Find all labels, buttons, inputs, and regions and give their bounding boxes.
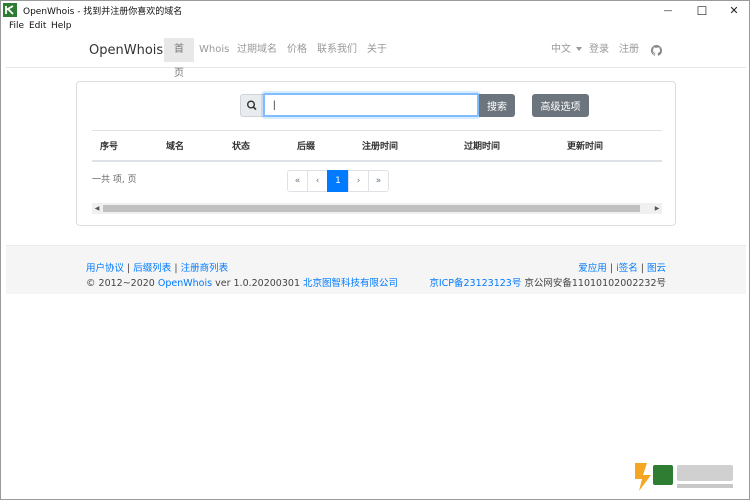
caret-down-icon [576,47,583,51]
nav-expired-domains[interactable]: 过期域名 [237,38,277,62]
footer-link-suffixes[interactable]: 后缀列表 [133,263,171,274]
footer-link-app[interactable]: 爱应用 [578,263,607,274]
page-first-button[interactable]: « [287,170,308,192]
menu-file[interactable]: File [9,21,24,31]
nav-whois[interactable]: Whois [199,38,229,62]
scrollbar-thumb[interactable] [103,205,640,212]
title-bar: OpenWhois - 找到并注册你喜欢的域名 — ☐ ✕ [1,1,749,20]
footer-link-registrars[interactable]: 注册商列表 [181,263,229,274]
minimize-button[interactable]: — [651,1,685,20]
page-last-button[interactable]: » [368,170,389,192]
column-header: 域名 [166,142,185,152]
app-icon [3,3,17,17]
search-icon [246,100,257,111]
column-header: 后缀 [297,142,316,152]
footer-copyright: © 2012~2020 OpenWhois ver 1.0.20200301 北… [86,275,398,289]
maximize-button[interactable]: ☐ [685,1,719,20]
search-card: 搜索 高级选项 序号 域名 状态 后缀 注册时间 过期时间 更新时间 一共 项,… [76,81,676,226]
column-header: 过期时间 [464,142,501,152]
copyright-text: © 2012~2020 [86,278,155,289]
maximize-icon: ☐ [696,3,708,18]
column-header: 状态 [232,142,251,152]
scroll-left-icon[interactable]: ◀ [92,203,102,214]
brand-logo[interactable]: OpenWhois [89,43,163,58]
nav-login[interactable]: 登录 [589,38,609,62]
watermark-logo [635,463,733,491]
pagination: « ‹ 1 › » [287,170,389,193]
footer-links-left: 用户协议 | 后缀列表 | 注册商列表 [86,260,228,274]
language-dropdown[interactable]: 中文 [551,38,583,62]
column-header: 注册时间 [362,142,399,152]
nav-pricing[interactable]: 价格 [287,38,307,62]
search-icon-addon[interactable] [240,94,264,117]
nav-register[interactable]: 注册 [619,38,639,62]
footer-company-link[interactable]: 北京图智科技有限公司 [303,278,398,289]
github-icon[interactable] [651,45,662,56]
horizontal-scrollbar[interactable]: ◀ ▶ [92,203,662,214]
menu-bar: File Edit Help [1,20,749,34]
language-label: 中文 [551,44,571,55]
footer-product-link[interactable]: OpenWhois [158,278,212,289]
navbar: OpenWhois 首页 Whois 过期域名 价格 联系我们 关于 中文 登录… [6,34,746,79]
scroll-right-icon[interactable]: ▶ [652,203,662,214]
separator: | [127,263,131,274]
separator: | [609,263,614,274]
police-record-text: 京公网安备11010102002232号 [524,278,666,289]
nav-about[interactable]: 关于 [367,38,387,62]
column-header: 序号 [100,142,119,152]
minimize-icon: — [663,5,673,16]
version-text: ver 1.0.20200301 [215,278,300,289]
app-window: OpenWhois - 找到并注册你喜欢的域名 — ☐ ✕ File Edit … [0,0,750,500]
domain-search-input[interactable] [263,93,479,117]
close-button[interactable]: ✕ [717,1,749,20]
window-title: OpenWhois - 找到并注册你喜欢的域名 [23,7,183,17]
page-current-button[interactable]: 1 [327,170,349,192]
nav-home[interactable]: 首页 [164,38,194,79]
menu-edit[interactable]: Edit [29,21,46,31]
separator: | [640,263,644,274]
page-next-button[interactable]: › [348,170,369,192]
footer-license: 京ICP备23123123号 京公网安备11010102002232号 [429,275,666,289]
advanced-options-button[interactable]: 高级选项 [532,94,589,117]
page-prev-button[interactable]: ‹ [307,170,328,192]
results-summary: 一共 项, 页 [92,175,137,185]
icp-link[interactable]: 京ICP备23123123号 [429,278,521,289]
search-button[interactable]: 搜索 [479,94,515,117]
footer-link-terms[interactable]: 用户协议 [86,263,124,274]
footer-link-cloud[interactable]: 图云 [647,263,666,274]
separator: | [174,263,178,274]
column-header: 更新时间 [567,142,604,152]
footer: 用户协议 | 后缀列表 | 注册商列表 © 2012~2020 OpenWhoi… [6,245,746,294]
nav-contact[interactable]: 联系我们 [317,38,357,62]
footer-links-right: 爱应用 | i签名 | 图云 [578,260,666,274]
menu-help[interactable]: Help [51,21,72,31]
close-icon: ✕ [729,4,739,17]
footer-link-isign[interactable]: i签名 [616,263,638,274]
results-table-header: 序号 域名 状态 后缀 注册时间 过期时间 更新时间 [92,130,662,162]
